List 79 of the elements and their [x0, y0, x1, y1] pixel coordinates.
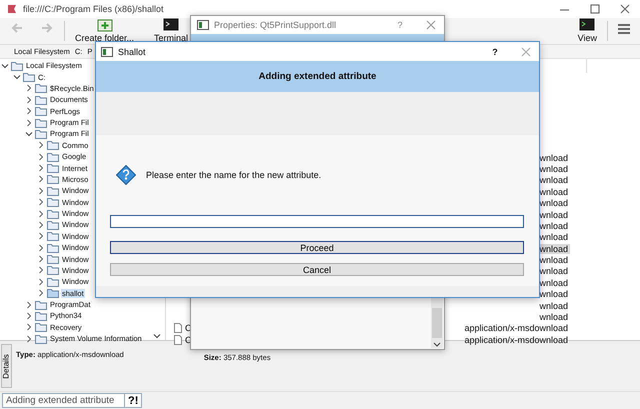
view-button[interactable]: View — [572, 17, 603, 44]
expand-icon[interactable] — [25, 334, 33, 343]
folder-icon — [47, 208, 59, 219]
terminal-button[interactable]: Terminal — [148, 17, 194, 44]
folder-icon — [35, 128, 47, 139]
folder-icon — [47, 186, 59, 196]
collapse-icon[interactable] — [13, 73, 21, 82]
folder-icon — [35, 106, 47, 116]
folder-icon — [35, 118, 47, 128]
folder-icon — [47, 220, 59, 230]
dialog-title: Shallot — [118, 46, 147, 56]
expand-icon[interactable] — [25, 323, 33, 332]
expand-icon[interactable] — [37, 141, 45, 150]
menu-icon — [617, 23, 631, 35]
expand-icon[interactable] — [25, 96, 33, 104]
expand-icon[interactable] — [37, 255, 45, 264]
collapse-icon[interactable] — [1, 62, 9, 70]
folder-icon — [47, 242, 59, 253]
expand-icon[interactable] — [25, 300, 33, 309]
folder-icon — [35, 310, 47, 321]
window-title: file:///C:/Program Files (x86)/shallot — [23, 4, 165, 14]
expand-icon[interactable] — [37, 175, 45, 184]
folder-icon — [47, 140, 59, 150]
expand-icon[interactable] — [37, 232, 45, 240]
folder-icon — [47, 254, 59, 264]
folder-icon — [35, 300, 47, 310]
folder-icon — [35, 83, 47, 94]
status-message: Adding extended attribute — [2, 393, 125, 408]
forward-arrow-icon — [39, 22, 55, 34]
expand-icon[interactable] — [37, 210, 45, 218]
expand-icon[interactable] — [37, 266, 45, 274]
window-icon — [101, 46, 113, 56]
expand-icon[interactable] — [37, 186, 45, 195]
back-arrow-icon — [9, 22, 25, 34]
dialog-button[interactable]: Cancel — [110, 263, 524, 276]
folder-icon — [47, 276, 59, 287]
expand-icon[interactable] — [37, 152, 45, 161]
file-type[interactable]: wnload — [454, 300, 570, 311]
expand-icon[interactable] — [37, 220, 45, 229]
dialog-title: Properties: Qt5PrintSupport.dll — [214, 20, 338, 30]
file-type[interactable]: application/x-msdownload — [454, 323, 570, 334]
help-button[interactable]: ? — [482, 46, 508, 56]
question-icon — [116, 165, 136, 185]
expand-icon[interactable] — [37, 198, 45, 206]
expand-icon[interactable] — [37, 244, 45, 252]
prompt-text: Please enter the name for the new attribute. — [146, 170, 322, 180]
folder-icon — [47, 152, 59, 162]
folder-icon — [35, 94, 47, 105]
window-icon — [197, 20, 209, 30]
dialog-header: Adding extended attribute — [96, 61, 539, 92]
scroll-down-icon[interactable] — [153, 332, 161, 340]
folder-icon — [47, 163, 59, 174]
folder-icon — [35, 322, 47, 332]
folder-icon — [47, 231, 59, 242]
details-tab[interactable]: Details — [1, 344, 12, 388]
expand-icon[interactable] — [25, 84, 33, 92]
app-icon — [6, 3, 18, 15]
folder-icon — [47, 197, 59, 208]
expand-icon[interactable] — [25, 312, 33, 320]
expand-icon[interactable] — [25, 118, 33, 127]
expand-icon[interactable] — [25, 107, 33, 116]
folder-icon — [23, 72, 35, 82]
folder-plus-icon — [96, 17, 113, 32]
info-button[interactable]: ?! — [125, 393, 142, 408]
expand-icon[interactable] — [37, 164, 45, 172]
scrollbar[interactable] — [431, 298, 443, 348]
help-button[interactable]: ? — [387, 20, 413, 30]
folder-icon — [47, 174, 59, 184]
expand-icon[interactable] — [37, 278, 45, 286]
collapse-icon[interactable] — [25, 130, 33, 138]
expand-icon[interactable] — [37, 289, 45, 298]
monitor-icon — [579, 17, 596, 32]
dialog-button[interactable]: Proceed — [110, 241, 524, 254]
folder-icon — [47, 288, 59, 298]
file-type[interactable]: application/x-msdownload — [454, 334, 570, 345]
scroll-down-icon[interactable] — [433, 342, 441, 348]
folder-icon — [47, 265, 59, 276]
file-type[interactable]: wnload — [454, 312, 570, 322]
attribute-name-field[interactable] — [110, 215, 524, 228]
